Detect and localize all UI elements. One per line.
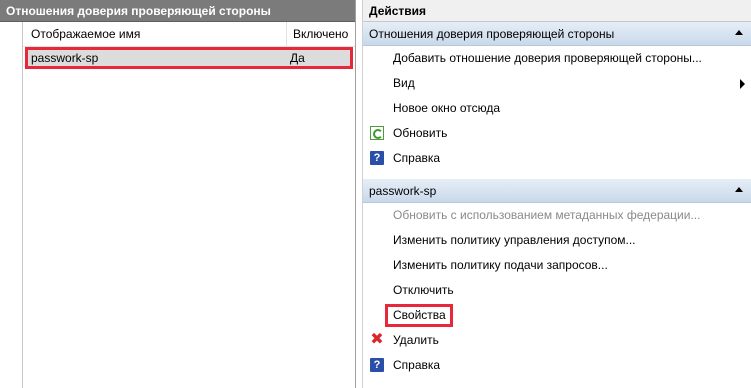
actions-pane: Действия Отношения доверия проверяющей с…: [362, 0, 751, 388]
action-view[interactable]: Вид: [363, 71, 751, 96]
group-header-relying-party-trusts[interactable]: Отношения доверия проверяющей стороны: [363, 22, 751, 46]
delete-icon: ✖: [370, 331, 384, 348]
collapse-icon[interactable]: [735, 187, 743, 192]
group-title: Отношения доверия проверяющей стороны: [369, 27, 615, 41]
column-header-enabled[interactable]: Включено: [287, 22, 355, 46]
refresh-icon: [370, 126, 384, 140]
action-label: Изменить политику подачи запросов...: [393, 258, 608, 272]
action-label: Отключить: [393, 283, 454, 297]
action-new-window[interactable]: Новое окно отсюда: [363, 96, 751, 121]
action-edit-access-control-policy[interactable]: Изменить политику управления доступом...: [363, 228, 751, 253]
action-label: Справка: [393, 358, 441, 372]
pane-title: Отношения доверия проверяющей стороны: [0, 0, 355, 22]
action-label: Новое окно отсюда: [393, 101, 501, 115]
action-help[interactable]: ? Справка: [363, 146, 751, 171]
action-edit-issuance-policy[interactable]: Изменить политику подачи запросов...: [363, 253, 751, 278]
group-title: passwork-sp: [369, 184, 437, 198]
action-label: Изменить политику управления доступом...: [393, 233, 636, 247]
group-header-passwork-sp[interactable]: passwork-sp: [363, 179, 751, 203]
action-label: Удалить: [393, 333, 439, 347]
help-icon: ?: [370, 151, 384, 165]
action-label: Вид: [393, 76, 415, 90]
action-add-relying-party-trust[interactable]: Добавить отношение доверия проверяющей с…: [363, 46, 751, 71]
trusts-list: Отображаемое имя Включено passwork-sp Да: [22, 22, 355, 388]
collapse-icon[interactable]: [735, 30, 743, 35]
highlight-box: [385, 304, 453, 327]
submenu-arrow-icon: [740, 79, 745, 89]
action-refresh[interactable]: Обновить: [363, 121, 751, 146]
list-header: Отображаемое имя Включено: [23, 22, 355, 47]
row-enabled-value: Да: [290, 51, 305, 65]
action-label: Добавить отношение доверия проверяющей с…: [393, 51, 702, 65]
table-row[interactable]: passwork-sp Да: [25, 47, 353, 69]
action-label: Справка: [393, 151, 441, 165]
action-label: Обновить: [393, 126, 448, 140]
column-header-display-name[interactable]: Отображаемое имя: [23, 22, 287, 46]
relying-party-trusts-pane: Отношения доверия проверяющей стороны От…: [0, 0, 356, 388]
action-help[interactable]: ? Справка: [363, 353, 751, 378]
actions-title: Действия: [363, 0, 751, 22]
row-display-name: passwork-sp: [31, 51, 99, 65]
help-icon: ?: [370, 358, 384, 372]
action-update-from-metadata: Обновить с использованием метаданных фед…: [363, 203, 751, 228]
action-properties[interactable]: Свойства: [363, 303, 751, 328]
action-disable[interactable]: Отключить: [363, 278, 751, 303]
action-delete[interactable]: ✖ Удалить: [363, 328, 751, 353]
action-label: Обновить с использованием метаданных фед…: [393, 208, 701, 222]
